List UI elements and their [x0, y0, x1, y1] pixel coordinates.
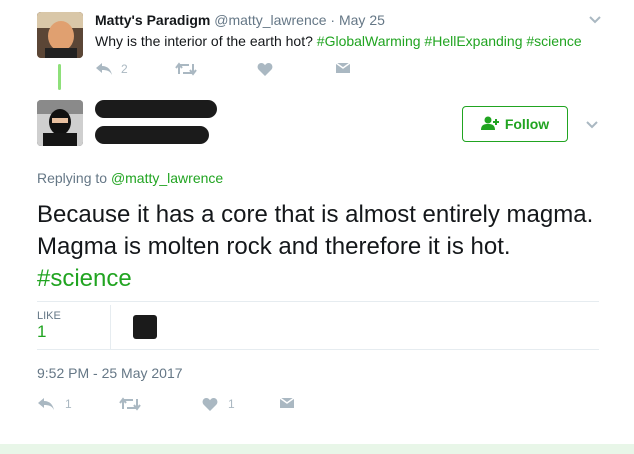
reply-button[interactable]: 2 — [95, 62, 128, 76]
follow-user-icon — [480, 116, 499, 133]
replying-label: Replying to — [37, 170, 108, 186]
hashtag-link[interactable]: #HellExpanding — [424, 33, 522, 49]
author-avatar[interactable] — [37, 12, 83, 58]
author-handle[interactable]: @matty_lawrence — [214, 12, 326, 28]
replier-avatar[interactable] — [37, 100, 83, 146]
tweet-body: Because it has a core that is almost ent… — [37, 201, 594, 260]
replying-to: Replying to @matty_lawrence — [37, 170, 223, 186]
tweet-text: Why is the interior of the earth hot? — [95, 33, 317, 49]
main-tweet-actions: 1 1 — [37, 397, 307, 417]
liker-avatar[interactable] — [133, 315, 157, 339]
tweet-date[interactable]: May 25 — [339, 12, 385, 28]
main-tweet-text: Because it has a core that is almost ent… — [37, 199, 607, 295]
like-action-count: 1 — [228, 397, 235, 411]
hashtag-link[interactable]: #science — [37, 265, 132, 292]
reply-icon — [37, 397, 55, 411]
redacted-handle — [95, 126, 209, 144]
reply-icon — [95, 62, 113, 76]
chevron-down-icon[interactable] — [585, 117, 599, 135]
direct-message-button[interactable] — [335, 62, 351, 74]
parent-tweet-actions: 2 — [95, 62, 365, 82]
divider — [37, 301, 599, 302]
reply-button[interactable]: 1 — [37, 397, 72, 411]
chevron-down-icon[interactable] — [588, 12, 602, 30]
redacted-display-name — [95, 100, 217, 118]
bottom-band — [0, 444, 634, 454]
parent-tweet-text: Why is the interior of the earth hot? #G… — [95, 33, 582, 49]
thread-connector-line — [58, 64, 61, 90]
parent-tweet-header: Matty's Paradigm @matty_lawrence · May 2… — [95, 12, 385, 28]
replying-to-link[interactable]: @matty_lawrence — [111, 170, 223, 186]
header-separator: · — [330, 12, 336, 28]
retweet-icon — [119, 397, 141, 411]
tweet-timestamp[interactable]: 9:52 PM - 25 May 2017 — [37, 365, 183, 381]
reply-count: 2 — [121, 62, 128, 76]
vertical-divider — [110, 305, 111, 349]
follow-label: Follow — [504, 116, 550, 132]
hashtag-link[interactable]: #science — [526, 33, 581, 49]
like-button[interactable] — [257, 62, 273, 76]
retweet-button[interactable] — [119, 397, 141, 411]
direct-message-icon — [279, 397, 295, 409]
direct-message-button[interactable] — [279, 397, 295, 409]
reply-count: 1 — [65, 397, 72, 411]
like-button[interactable]: 1 — [202, 397, 235, 411]
direct-message-icon — [335, 62, 351, 74]
follow-button[interactable]: Follow — [462, 106, 568, 142]
retweet-button[interactable] — [175, 62, 197, 76]
like-icon — [202, 397, 218, 411]
likes-label: LIKE — [37, 310, 61, 322]
like-icon — [257, 62, 273, 76]
divider — [37, 349, 599, 350]
author-name[interactable]: Matty's Paradigm — [95, 12, 210, 28]
hashtag-link[interactable]: #GlobalWarming — [317, 33, 421, 49]
likes-count[interactable]: 1 — [37, 322, 46, 342]
retweet-icon — [175, 62, 197, 76]
